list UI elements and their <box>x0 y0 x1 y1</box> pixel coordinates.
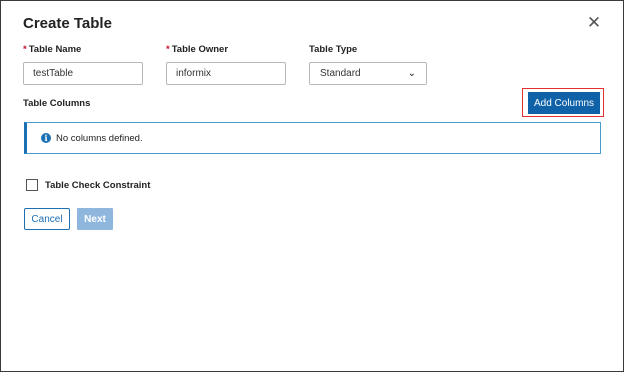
info-icon: i <box>41 133 51 143</box>
table-name-input[interactable]: testTable <box>23 62 143 85</box>
table-columns-label: Table Columns <box>23 98 91 109</box>
chevron-down-icon: ⌄ <box>407 68 416 79</box>
check-constraint-checkbox[interactable] <box>26 179 38 191</box>
check-constraint-label: Table Check Constraint <box>45 179 151 191</box>
close-icon[interactable]: ✕ <box>586 15 602 32</box>
table-type-label: Table Type <box>309 44 358 55</box>
cancel-button[interactable]: Cancel <box>24 208 70 230</box>
no-columns-notice: i No columns defined. <box>24 122 601 154</box>
required-mark: * <box>23 44 27 55</box>
notice-text: No columns defined. <box>56 132 143 144</box>
table-owner-value: informix <box>176 68 212 79</box>
table-type-select[interactable]: Standard ⌄ <box>309 62 427 85</box>
check-constraint-row: Table Check Constraint <box>26 179 150 191</box>
table-owner-input[interactable]: informix <box>166 62 286 85</box>
next-button: Next <box>77 208 113 230</box>
table-name-label: * Table Name <box>23 44 81 55</box>
table-owner-label-text: Table Owner <box>171 44 229 55</box>
table-type-value: Standard <box>320 68 361 79</box>
table-owner-label: * Table Owner <box>166 44 228 55</box>
add-columns-button[interactable]: Add Columns <box>528 92 600 114</box>
required-mark: * <box>166 44 170 55</box>
dialog-title: Create Table <box>23 15 112 32</box>
table-name-value: testTable <box>33 68 74 79</box>
table-name-label-text: Table Name <box>28 44 82 55</box>
create-table-dialog: Create Table ✕ * Table Name testTable * Ta… <box>0 0 624 372</box>
